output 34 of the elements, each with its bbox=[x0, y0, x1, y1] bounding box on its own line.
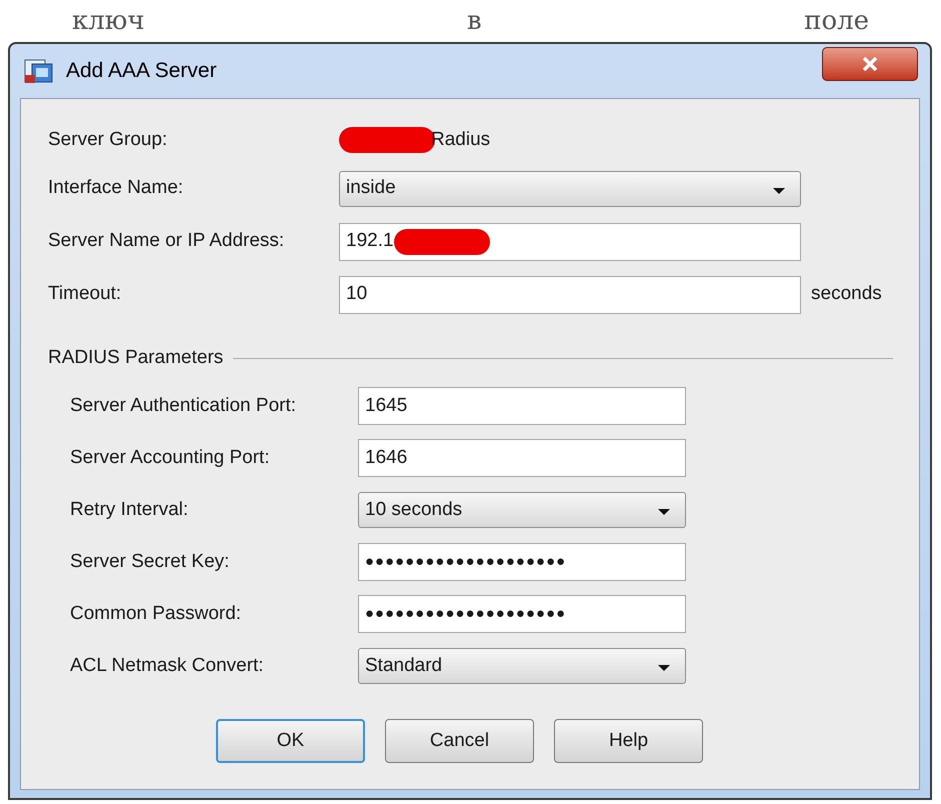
dialog-button[interactable]: Cancel bbox=[385, 719, 534, 763]
article-word: поле bbox=[804, 4, 869, 38]
field-label: Common Password: bbox=[70, 602, 242, 626]
field-label: Server Authentication Port: bbox=[70, 394, 298, 418]
app-icon bbox=[24, 57, 54, 85]
password-field[interactable]: ●●●●●●●●●●●●●●●●●●●● bbox=[358, 595, 686, 633]
dropdown[interactable]: Standard bbox=[358, 648, 686, 684]
input-field[interactable]: 1645 bbox=[358, 387, 686, 425]
caret-icon bbox=[772, 186, 786, 194]
unit-label: seconds bbox=[811, 282, 882, 306]
dropdown[interactable]: inside bbox=[339, 170, 801, 206]
field-label: ACL Netmask Convert: bbox=[70, 654, 265, 678]
caret-icon bbox=[657, 508, 671, 516]
close-button[interactable] bbox=[822, 47, 918, 81]
field-label: Server Accounting Port: bbox=[70, 446, 271, 470]
field-label: Server Secret Key: bbox=[70, 550, 230, 574]
field-label: Timeout: bbox=[48, 282, 122, 306]
field-label: Interface Name: bbox=[48, 176, 184, 200]
article-word: ключ bbox=[72, 4, 145, 38]
close-icon bbox=[862, 57, 878, 71]
dropdown[interactable]: 10 seconds bbox=[358, 492, 686, 528]
article-word: в bbox=[467, 4, 482, 38]
field-label: Server Name or IP Address: bbox=[48, 229, 286, 254]
caret-icon bbox=[657, 664, 671, 672]
input-field[interactable]: 1646 bbox=[358, 439, 686, 477]
input-field[interactable]: 10 bbox=[339, 276, 801, 314]
section-title: RADIUS Parameters bbox=[48, 346, 224, 370]
input-field[interactable]: 192.1 bbox=[339, 222, 801, 260]
password-field[interactable]: ●●●●●●●●●●●●●●●●●●●● bbox=[358, 543, 686, 581]
field-label: Retry Interval: bbox=[70, 498, 190, 522]
window-title: Add AAA Server bbox=[66, 58, 217, 84]
field-label: Server Group: bbox=[48, 128, 168, 152]
dialog-button[interactable]: OK bbox=[216, 719, 365, 763]
dialog-button[interactable]: Help bbox=[554, 719, 703, 763]
